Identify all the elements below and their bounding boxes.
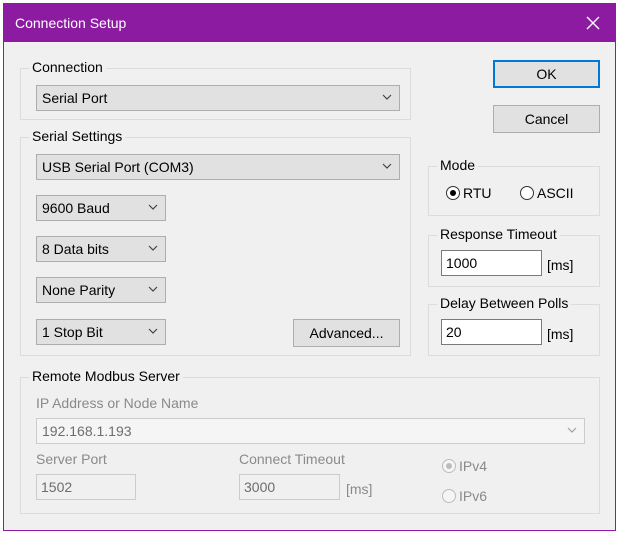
parity-value: None Parity xyxy=(42,282,116,298)
chevron-down-icon xyxy=(148,286,158,292)
ip-address-select[interactable]: 192.168.1.193 xyxy=(36,418,585,444)
close-icon xyxy=(586,16,600,30)
connect-timeout-label: Connect Timeout xyxy=(239,451,345,467)
chevron-down-icon xyxy=(382,94,392,100)
server-port-label: Server Port xyxy=(36,451,107,467)
title-bar: Connection Setup xyxy=(4,4,615,42)
chevron-down-icon xyxy=(567,427,577,433)
ipv4-radio[interactable]: IPv4 xyxy=(442,458,487,474)
baud-select[interactable]: 9600 Baud xyxy=(36,195,166,221)
connection-group-label: Connection xyxy=(29,59,106,75)
connection-setup-dialog: Connection Setup Connection Serial Port … xyxy=(3,3,616,531)
connect-timeout-input[interactable]: 3000 xyxy=(239,474,340,500)
stop-bits-select[interactable]: 1 Stop Bit xyxy=(36,319,166,345)
connection-select-value: Serial Port xyxy=(42,90,108,106)
mode-label: Mode xyxy=(437,157,479,173)
data-bits-select[interactable]: 8 Data bits xyxy=(36,236,166,262)
chevron-down-icon xyxy=(148,328,158,334)
ipv6-radio[interactable]: IPv6 xyxy=(442,488,487,504)
cancel-button[interactable]: Cancel xyxy=(493,105,600,133)
mode-rtu-label: RTU xyxy=(463,185,492,201)
parity-select[interactable]: None Parity xyxy=(36,277,166,303)
serial-port-select[interactable]: USB Serial Port (COM3) xyxy=(36,154,400,180)
chevron-down-icon xyxy=(148,204,158,210)
ip-address-label: IP Address or Node Name xyxy=(36,395,199,411)
delay-polls-label: Delay Between Polls xyxy=(437,295,572,311)
radio-checked-icon xyxy=(442,459,456,473)
serial-settings-label: Serial Settings xyxy=(29,128,126,144)
remote-server-label: Remote Modbus Server xyxy=(29,368,183,384)
server-port-input[interactable]: 1502 xyxy=(36,474,136,500)
ipv6-label: IPv6 xyxy=(459,488,488,504)
ok-button[interactable]: OK xyxy=(493,60,600,88)
response-timeout-label: Response Timeout xyxy=(437,226,560,242)
advanced-button[interactable]: Advanced... xyxy=(293,319,400,347)
chevron-down-icon xyxy=(148,245,158,251)
ip-address-value: 192.168.1.193 xyxy=(42,423,132,439)
data-bits-value: 8 Data bits xyxy=(42,241,109,257)
mode-rtu-radio[interactable]: RTU xyxy=(446,185,492,201)
response-timeout-input[interactable]: 1000 xyxy=(441,250,542,276)
ipv4-label: IPv4 xyxy=(459,458,488,474)
mode-ascii-radio[interactable]: ASCII xyxy=(520,185,574,201)
response-timeout-unit: [ms] xyxy=(547,257,574,273)
delay-polls-input[interactable]: 20 xyxy=(441,319,542,345)
radio-unchecked-icon xyxy=(442,489,456,503)
delay-polls-unit: [ms] xyxy=(547,326,574,342)
radio-unchecked-icon xyxy=(520,186,534,200)
mode-ascii-label: ASCII xyxy=(537,185,574,201)
chevron-down-icon xyxy=(382,163,392,169)
serial-port-value: USB Serial Port (COM3) xyxy=(42,159,194,175)
stop-bits-value: 1 Stop Bit xyxy=(42,324,103,340)
baud-value: 9600 Baud xyxy=(42,200,110,216)
radio-checked-icon xyxy=(446,186,460,200)
window-title: Connection Setup xyxy=(15,15,127,31)
connect-timeout-unit: [ms] xyxy=(346,481,373,497)
close-button[interactable] xyxy=(571,4,615,42)
connection-select[interactable]: Serial Port xyxy=(36,85,400,111)
